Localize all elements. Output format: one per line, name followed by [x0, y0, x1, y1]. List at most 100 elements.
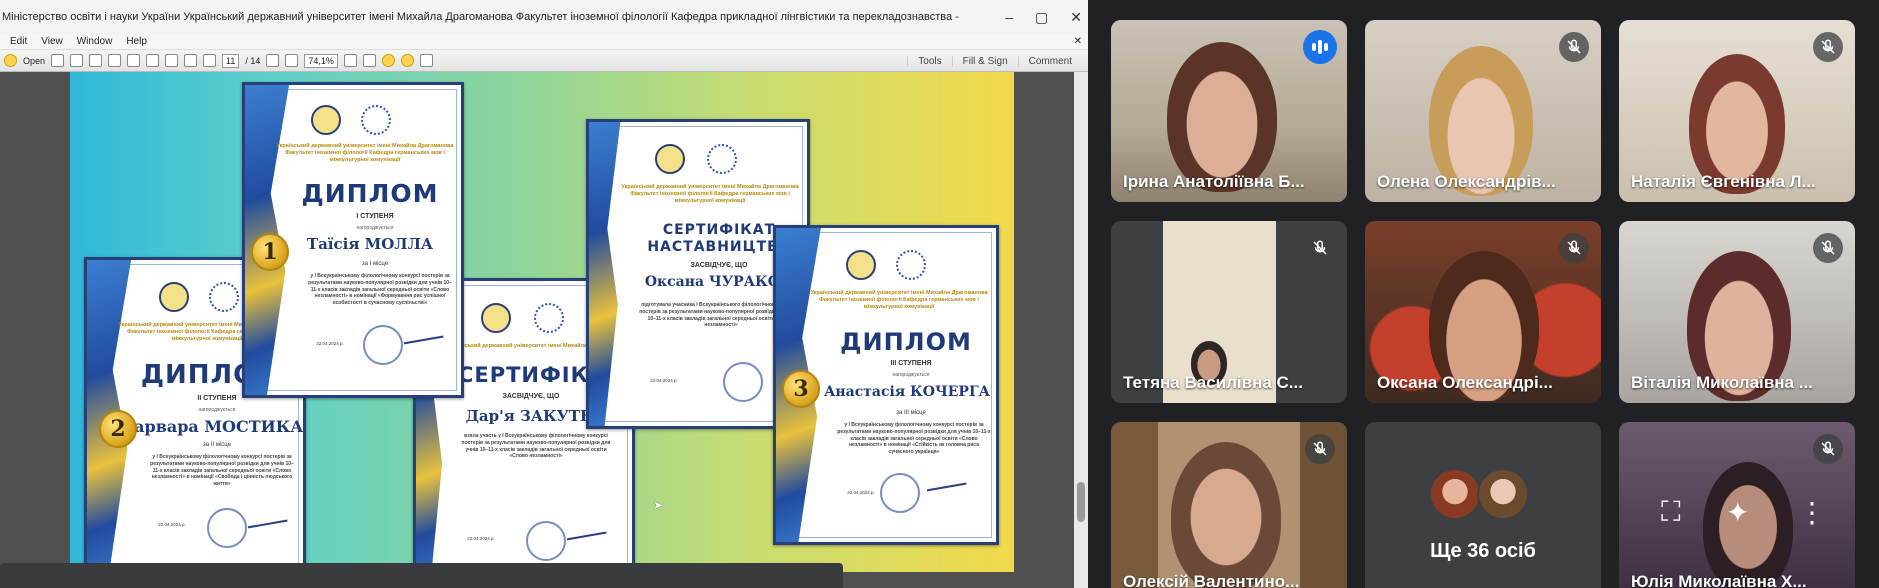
mic-muted-icon [1559, 32, 1589, 62]
participant-tile[interactable]: Віталія Миколаївна ... [1619, 221, 1855, 403]
cert-name: Варвара МОСТИКА [120, 417, 304, 436]
fit-page-icon[interactable] [343, 54, 357, 67]
university-logo [481, 303, 511, 333]
meet-participants-grid: Ірина Анатоліївна Б... Олена Олександрів… [1088, 0, 1879, 588]
window-title: Міністерство освіти і науки України Укра… [2, 11, 960, 23]
expand-icon[interactable] [419, 54, 433, 67]
mic-muted-icon [1813, 233, 1843, 263]
department-logo [707, 144, 737, 174]
menu-edit[interactable]: Edit [10, 36, 27, 47]
prev-page-icon[interactable] [184, 54, 198, 67]
cert-degree: III СТУПЕНЯ [890, 360, 932, 367]
avatar [1429, 468, 1481, 520]
maximize-icon[interactable]: ▢ [1035, 9, 1048, 26]
cert-place: за III місце [896, 410, 926, 416]
save-icon[interactable] [127, 54, 141, 67]
email-icon[interactable] [165, 54, 179, 67]
print-icon[interactable] [146, 54, 160, 67]
participant-tile[interactable]: Наталія Євгенівна Л... [1619, 20, 1855, 202]
edit-icon[interactable] [70, 54, 84, 67]
menu-view[interactable]: View [41, 36, 63, 47]
others-count-label: Ще 36 осіб [1430, 540, 1536, 562]
participant-name: Олена Олександрів... [1377, 172, 1556, 191]
zoom-input[interactable]: 74,1% [304, 53, 338, 68]
university-logo [311, 105, 341, 135]
cert-seal [723, 362, 763, 402]
mic-muted-icon [1559, 233, 1589, 263]
cert-heading: ДИПЛОМ [301, 179, 439, 208]
diploma-anastasiya: Український державний університет імені … [773, 225, 999, 545]
open-button[interactable]: Open [23, 56, 45, 66]
fill-sign-tab[interactable]: Fill & Sign [951, 55, 1018, 67]
reader-toolbar: Open 11 / 14 74,1% Tools Fill & Sign Com… [0, 50, 1088, 72]
pdf-page: Український державний університет імені … [70, 72, 1014, 572]
cert-org: Український державний університет імені … [621, 184, 799, 205]
scrollbar-thumb[interactable] [1077, 482, 1085, 522]
cert-name: Анастасія КОЧЕРГА [823, 384, 991, 400]
page-number-input[interactable]: 11 [222, 53, 240, 68]
comment-tab[interactable]: Comment [1017, 55, 1082, 67]
cert-degree: ЗАСВІДЧУЄ, ЩО [690, 262, 748, 269]
vertical-scrollbar[interactable] [1074, 72, 1088, 588]
university-logo [159, 282, 189, 312]
tools-tab[interactable]: Tools [907, 55, 951, 67]
cert-date: 22.04.2024 р. [316, 341, 344, 346]
cert-degree: ЗАСВІДЧУЄ, ЩО [502, 393, 560, 400]
cert-name: Таїсія МОЛЛА [306, 235, 434, 253]
speaking-indicator-icon [1303, 30, 1337, 64]
participant-name: Тетяна Василівна С... [1123, 373, 1303, 392]
cert-body: взяла участь у I Всеукраїнському філолог… [461, 433, 611, 460]
participant-name: Наталія Євгенівна Л... [1631, 172, 1816, 191]
cert-date: 22.04.2024 р. [467, 536, 495, 541]
cert-body: у I Всеукраїнському філологічному конкур… [837, 422, 991, 455]
department-logo [534, 303, 564, 333]
close-icon[interactable]: ✕ [1070, 9, 1082, 26]
mic-muted-icon [1813, 434, 1843, 464]
zoom-in-icon[interactable] [285, 54, 299, 67]
participant-tile[interactable]: Тетяна Василівна С... [1111, 221, 1347, 403]
menu-window[interactable]: Window [77, 36, 113, 47]
participant-tile[interactable]: Олексій Валентино... [1111, 422, 1347, 588]
mouse-cursor-icon: ➤ [653, 498, 664, 512]
more-options-icon[interactable]: ⋮ [1798, 496, 1826, 529]
department-logo [209, 282, 239, 312]
avatar [1477, 468, 1529, 520]
visual-effects-icon[interactable]: ✦ [1726, 496, 1749, 529]
open-icon[interactable] [4, 54, 17, 67]
close-document-icon[interactable]: ✕ [1074, 36, 1082, 47]
menu-help[interactable]: Help [126, 36, 147, 47]
participant-tile[interactable]: Ірина Анатоліївна Б... [1111, 20, 1347, 202]
university-logo [655, 144, 685, 174]
zoom-out-icon[interactable] [266, 54, 280, 67]
medal-1: 1 [251, 233, 289, 271]
next-page-icon[interactable] [203, 54, 217, 67]
share-icon[interactable] [89, 54, 103, 67]
mic-muted-icon [1305, 233, 1335, 263]
participant-tile[interactable]: Олена Олександрів... [1365, 20, 1601, 202]
cert-body: у I Всеукраїнському філологічному конкур… [308, 273, 452, 306]
scroll-mode-icon[interactable] [362, 54, 376, 67]
cert-heading: ДИПЛОМ [840, 328, 972, 356]
frame-person-icon[interactable]: ⛶ [1661, 496, 1681, 529]
cert-seal [207, 508, 247, 548]
cert-degree: I СТУПЕНЯ [356, 213, 394, 220]
cloud-icon[interactable] [108, 54, 122, 67]
cert-date: 22.04.2024 р. [650, 378, 678, 383]
cert-org: Український державний університет імені … [810, 290, 988, 311]
document-area[interactable]: Український державний університет імені … [0, 72, 1088, 588]
department-logo [361, 105, 391, 135]
participant-tile[interactable]: Оксана Олександрі... [1365, 221, 1601, 403]
comment-bubble-icon[interactable] [381, 54, 395, 67]
highlight-icon[interactable] [400, 54, 414, 67]
cert-date: 22.04.2024 р. [158, 522, 186, 527]
mic-muted-icon [1813, 32, 1843, 62]
create-pdf-icon[interactable] [51, 54, 65, 67]
participant-name: Віталія Миколаївна ... [1631, 373, 1813, 392]
others-tile[interactable]: Ще 36 осіб [1365, 422, 1601, 588]
bottom-overlay-bar [0, 563, 843, 588]
minimize-icon[interactable]: – [1005, 9, 1013, 25]
cert-awarded: нагороджується [892, 372, 930, 378]
cert-awarded: нагороджується [198, 407, 236, 413]
medal-3: 3 [782, 370, 820, 408]
mic-muted-icon [1305, 434, 1335, 464]
